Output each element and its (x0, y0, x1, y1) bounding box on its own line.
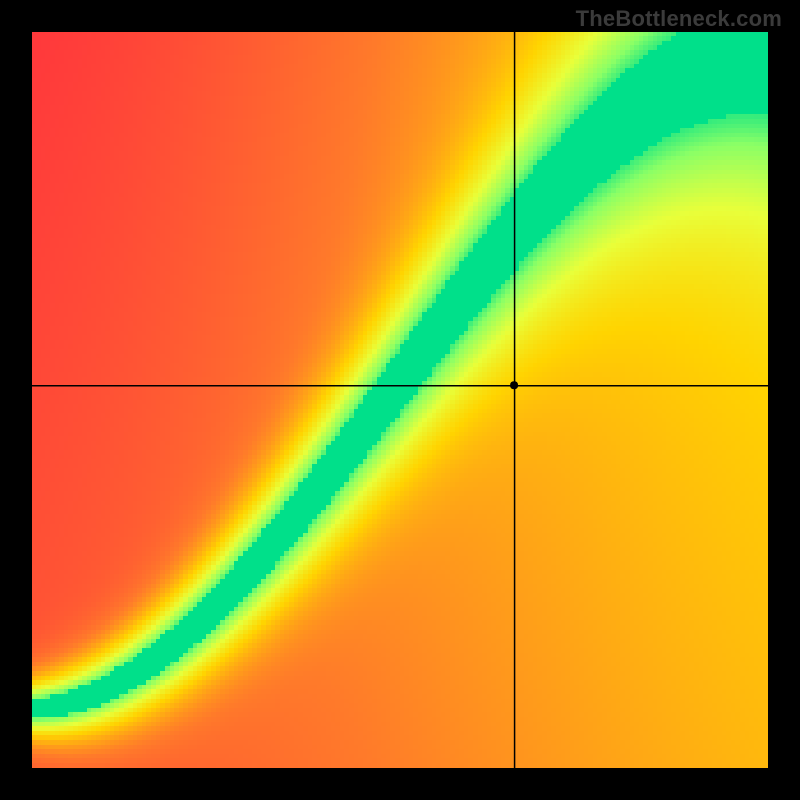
watermark-text: TheBottleneck.com (576, 6, 782, 32)
heatmap-plot (32, 32, 768, 768)
chart-frame: TheBottleneck.com (0, 0, 800, 800)
heatmap-canvas (32, 32, 768, 768)
